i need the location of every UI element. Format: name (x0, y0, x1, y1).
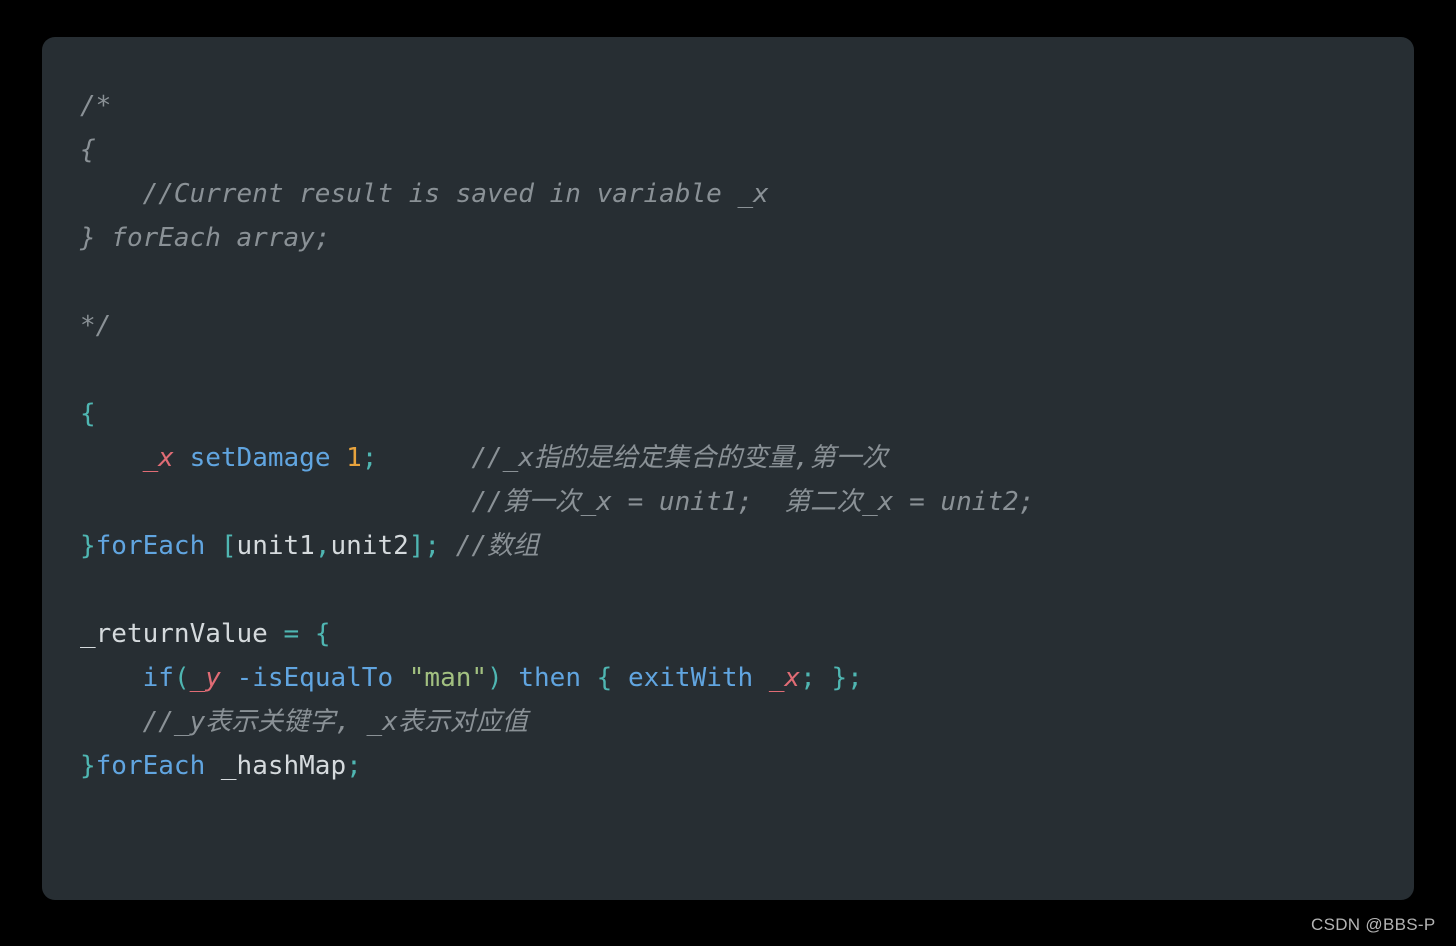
code-line: { (80, 392, 1404, 436)
code-card: /* { //Current result is saved in variab… (42, 37, 1414, 900)
brace-open-token: { (80, 399, 96, 429)
comma-token: , (314, 531, 331, 561)
bracket-close-token: ] (408, 531, 425, 561)
code-line: //第一次_x = unit1; 第二次_x = unit2; (80, 480, 1404, 524)
then-token: then (518, 663, 581, 693)
semicolon-token: ; (800, 663, 816, 693)
code-line: _x setDamage 1; //_x指的是给定集合的变量,第一次 (80, 436, 1404, 480)
comment-token: } forEach array; (80, 223, 331, 253)
identifier-token: unit2 (330, 531, 409, 561)
code-line: */ (80, 304, 1404, 348)
semicolon-token: ; (847, 663, 863, 693)
code-line: if(_y -isEqualTo "man") then { exitWith … (80, 656, 1404, 700)
if-token: if (142, 663, 174, 693)
brace-close-token: } (80, 751, 96, 781)
brace-open-token: { (314, 619, 331, 649)
paren-open-token: ( (173, 663, 190, 693)
function-token: setDamage (189, 443, 331, 473)
comment-token: //Current result is saved in variable _x (142, 179, 769, 209)
foreach-token: forEach (95, 751, 206, 781)
comment-token: //_y表示关键字, _x表示对应值 (142, 707, 528, 737)
code-line: }forEach _hashMap; (80, 744, 1404, 788)
comment-token: //_x指的是给定集合的变量,第一次 (471, 443, 888, 473)
csdn-watermark: CSDN @BBS-P (1311, 915, 1436, 934)
comment-token: //第一次_x = unit1; 第二次_x = unit2; (471, 487, 1035, 517)
comment-token: */ (80, 311, 112, 341)
code-block[interactable]: /* { //Current result is saved in variab… (80, 84, 1404, 788)
operator-token: -isEqualTo (236, 663, 394, 693)
exitwith-token: exitWith (627, 663, 754, 693)
brace-close-token: } (80, 531, 96, 561)
brace-close-token: } (831, 663, 848, 693)
identifier-token: unit1 (236, 531, 315, 561)
bracket-open-token: [ (220, 531, 237, 561)
code-line: //Current result is saved in variable _x (80, 172, 1404, 216)
paren-close-token: ) (487, 663, 503, 693)
string-token: "man" (408, 663, 488, 693)
comment-token: //数组 (455, 531, 540, 561)
code-line: } forEach array; (80, 216, 1404, 260)
comment-token: { (80, 135, 96, 165)
brace-open-token: { (596, 663, 613, 693)
code-line: { (80, 128, 1404, 172)
code-line: /* (80, 84, 1404, 128)
semicolon-token: ; (346, 751, 362, 781)
foreach-token: forEach (95, 531, 206, 561)
variable-token: _y (189, 663, 221, 693)
variable-token: _x (768, 663, 801, 693)
comment-token: /* (80, 91, 112, 121)
variable-token: _x (142, 443, 174, 473)
identifier-token: _returnValue (80, 619, 268, 649)
semicolon-token: ; (424, 531, 441, 561)
code-line: }forEach [unit1,unit2]; //数组 (80, 524, 1404, 568)
code-line: //_y表示关键字, _x表示对应值 (80, 700, 1404, 744)
number-token: 1 (346, 443, 362, 473)
equals-token: = (283, 619, 300, 649)
identifier-token: _hashMap (220, 751, 347, 781)
semicolon-token: ; (361, 443, 378, 473)
code-line: _returnValue = { (80, 612, 1404, 656)
